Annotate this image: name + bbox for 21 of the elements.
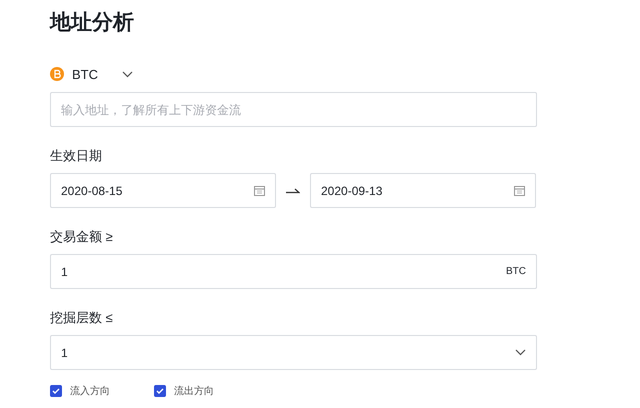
depth-select[interactable]: 1 xyxy=(50,335,537,370)
checkbox[interactable] xyxy=(154,385,166,397)
amount-field[interactable]: 1 BTC xyxy=(50,254,537,289)
field-label: 挖掘层数 ≤ xyxy=(50,309,114,327)
chevron-down-icon xyxy=(515,349,526,356)
start-date-field[interactable]: 2020-08-15 xyxy=(50,173,276,208)
coin-selector[interactable]: BTC xyxy=(50,64,133,84)
checkmark-icon xyxy=(156,388,164,394)
chevron-down-icon xyxy=(122,70,133,78)
calendar-icon[interactable] xyxy=(254,185,265,196)
field-label: 交易金额 ≥ xyxy=(50,228,114,246)
checkbox-label: 流入方向 xyxy=(70,384,110,398)
page-title: 地址分析 xyxy=(50,10,135,36)
checkbox-label: 流出方向 xyxy=(174,384,214,398)
field-label: 生效日期 xyxy=(50,147,103,165)
checkbox[interactable] xyxy=(50,385,62,397)
coin-icon xyxy=(50,67,64,81)
calendar-icon[interactable] xyxy=(514,185,525,196)
address-field[interactable]: 输入地址，了解所有上下游资金流 xyxy=(50,92,537,127)
checkmark-icon xyxy=(52,388,60,394)
end-date-field[interactable]: 2020-09-13 xyxy=(310,173,536,208)
